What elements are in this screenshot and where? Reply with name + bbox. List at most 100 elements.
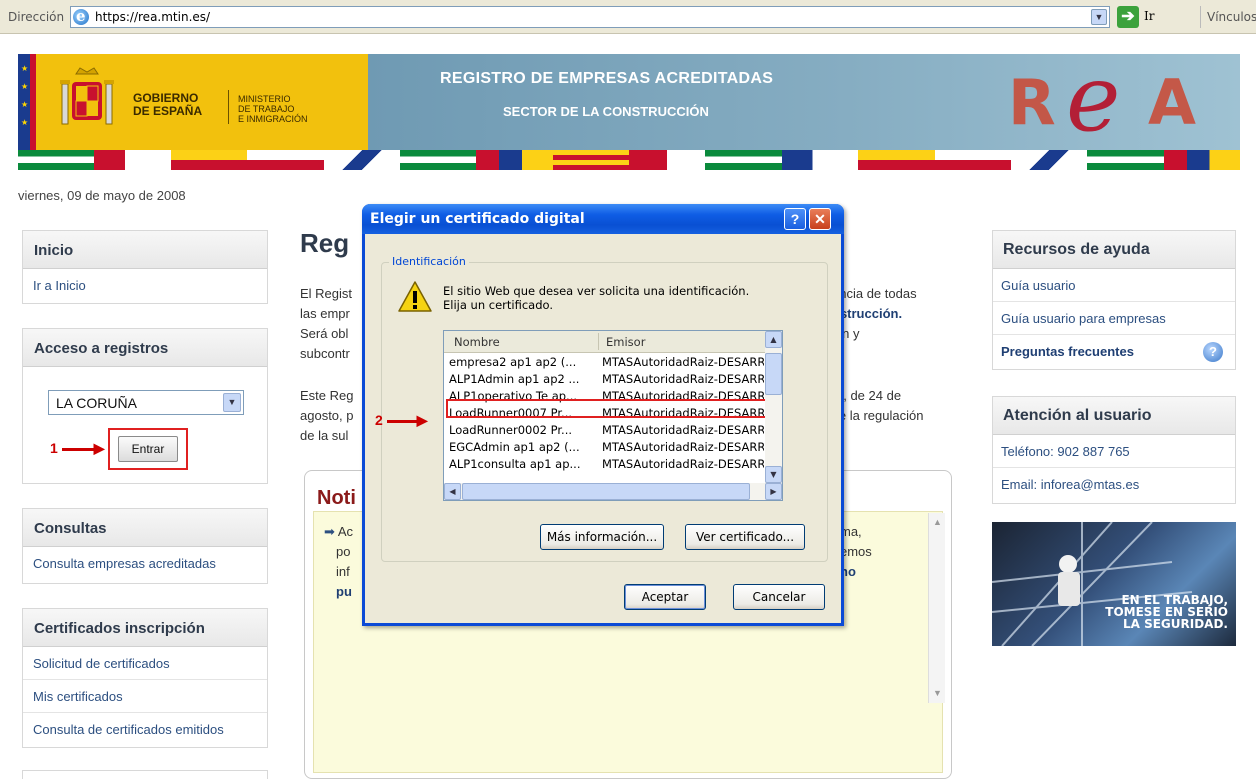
links-label[interactable]: Vínculos bbox=[1207, 10, 1256, 24]
scroll-right-icon[interactable]: ▶ bbox=[765, 483, 782, 500]
cert-issuer: MTASAutoridadRaiz-DESARR. bbox=[602, 372, 764, 386]
recursos-heading: Recursos de ayuda bbox=[993, 231, 1235, 269]
coat-of-arms-icon bbox=[60, 67, 114, 125]
go-button[interactable]: Ir bbox=[1144, 9, 1154, 23]
warning-icon bbox=[398, 281, 432, 312]
text-line: nstrucción. bbox=[832, 306, 903, 321]
news-line[interactable]: pu bbox=[324, 582, 353, 602]
preguntas-label: Preguntas frecuentes bbox=[1001, 344, 1134, 359]
list-header: Nombre Emisor bbox=[444, 331, 765, 353]
link-consulta-empresas[interactable]: Consulta empresas acreditadas bbox=[23, 547, 267, 580]
news-line: emos bbox=[840, 544, 872, 559]
help-icon[interactable]: ? bbox=[784, 208, 806, 230]
dialog-title: Elegir un certificado digital bbox=[370, 211, 585, 227]
consultas-panel: Consultas Consulta empresas acreditadas bbox=[22, 508, 268, 584]
site-banner: ★ ★ ★ ★ GOBIERNO DE ESPAÑA MINISTERIO DE TR… bbox=[18, 54, 1240, 178]
news-line: ma, bbox=[840, 524, 862, 539]
scroll-down-icon[interactable]: ▼ bbox=[930, 686, 945, 701]
column-divider[interactable] bbox=[598, 333, 599, 350]
certificate-row[interactable]: EGCAdmin ap1 ap2 (... MTASAutoridadRaiz-D… bbox=[444, 439, 765, 456]
email-link[interactable]: Email: inforea@mtas.es bbox=[993, 468, 1235, 501]
chevron-down-icon[interactable]: ▼ bbox=[223, 393, 241, 412]
news-line: ➡ Ac bbox=[324, 522, 353, 542]
column-nombre[interactable]: Nombre bbox=[454, 335, 500, 349]
cert-issuer: MTASAutoridadRaiz-DESARR. bbox=[602, 423, 764, 437]
province-select[interactable]: LA CORUÑA ▼ bbox=[48, 390, 244, 415]
scroll-thumb[interactable] bbox=[462, 483, 750, 500]
consultas-heading: Consultas bbox=[23, 509, 267, 547]
certificate-row[interactable]: ALP1Admin ap1 ap2 ... MTASAutoridadRaiz-D… bbox=[444, 371, 765, 388]
text-line: Será obl bbox=[300, 326, 349, 341]
address-bar: Dirección https://rea.mtin.es/ ▼ ➔ Ir Ví… bbox=[0, 0, 1256, 34]
address-input[interactable]: https://rea.mtin.es/ ▼ bbox=[70, 6, 1110, 28]
url-text: https://rea.mtin.es/ bbox=[95, 10, 211, 24]
link-guia-usuario[interactable]: Guía usuario bbox=[993, 269, 1235, 302]
news-text: Ac bbox=[337, 524, 353, 539]
province-value: LA CORUÑA bbox=[56, 395, 137, 411]
scroll-left-icon[interactable]: ◀ bbox=[444, 483, 461, 500]
certificados-panel: Certificados inscripción Solicitud de ce… bbox=[22, 608, 268, 748]
safety-campaign-banner[interactable]: EN EL TRABAJO, TOMESE EN SERIO LA SEGURI… bbox=[992, 522, 1236, 646]
text-line: agosto, p bbox=[300, 408, 354, 423]
banner-title: REGISTRO DE EMPRESAS ACREDITADAS bbox=[440, 70, 774, 87]
cert-issuer: MTASAutoridadRaiz-DESARR. bbox=[602, 457, 764, 471]
page-title: Reg bbox=[300, 228, 350, 258]
cert-name: EGCAdmin ap1 ap2 (... bbox=[449, 440, 580, 454]
current-date: viernes, 09 de mayo de 2008 bbox=[18, 188, 186, 203]
link-preguntas-frecuentes[interactable]: Preguntas frecuentes ? bbox=[993, 335, 1235, 368]
scroll-up-icon[interactable]: ▲ bbox=[765, 331, 782, 348]
selection-highlight-box bbox=[446, 399, 782, 418]
logo-divider bbox=[228, 90, 229, 124]
more-info-button[interactable]: Más información... bbox=[540, 524, 664, 550]
text-line: 7, de 24 de bbox=[836, 388, 902, 403]
link-solicitud-certificados[interactable]: Solicitud de certificados bbox=[23, 647, 267, 680]
dialog-titlebar[interactable]: Elegir un certificado digital ? ✕ bbox=[362, 204, 844, 234]
second-paragraph-right: 7, de 24 de le la regulación bbox=[836, 386, 923, 426]
text-line: le la regulación bbox=[836, 408, 924, 423]
text-line: las empr bbox=[300, 306, 350, 321]
chevron-down-icon[interactable]: ▼ bbox=[1091, 9, 1107, 25]
link-consulta-certificados[interactable]: Consulta de certificados emitidos bbox=[23, 713, 267, 746]
enter-button[interactable]: Entrar bbox=[118, 436, 178, 462]
scroll-up-icon[interactable]: ▲ bbox=[930, 515, 945, 530]
accept-button[interactable]: Aceptar bbox=[624, 584, 706, 610]
recursos-panel: Recursos de ayuda Guía usuario Guía usua… bbox=[992, 230, 1236, 370]
text-line: El Regist bbox=[300, 286, 353, 301]
link-ir-a-inicio[interactable]: Ir a Inicio bbox=[23, 269, 267, 302]
certificate-list[interactable]: Nombre Emisor empresa2 ap1 ap2 (... MTASA… bbox=[443, 330, 783, 501]
intro-paragraph-right: encia de todas nstrucción. ión y bbox=[832, 284, 917, 344]
text-line: de la sul bbox=[300, 428, 349, 443]
column-emisor[interactable]: Emisor bbox=[606, 335, 645, 349]
cert-name: empresa2 ap1 ap2 (... bbox=[449, 355, 577, 369]
page: Dirección https://rea.mtin.es/ ▼ ➔ Ir Ví… bbox=[0, 0, 1256, 779]
go-arrow-icon[interactable]: ➔ bbox=[1117, 6, 1139, 28]
certificate-row[interactable]: ALP1consulta ap1 ap... MTASAutoridadRaiz-… bbox=[444, 456, 765, 473]
next-panel bbox=[22, 770, 268, 779]
news-scrollbar[interactable]: ▲ ▼ bbox=[928, 513, 945, 703]
step-2-annotation: 2 ▶ bbox=[375, 412, 428, 428]
close-icon[interactable]: ✕ bbox=[809, 208, 831, 230]
news-line[interactable]: no bbox=[840, 562, 872, 582]
help-icon[interactable]: ? bbox=[1203, 342, 1223, 362]
link-mis-certificados[interactable]: Mis certificados bbox=[23, 680, 267, 713]
certificate-row[interactable]: LoadRunner0002 Pr... MTASAutoridadRaiz-DE… bbox=[444, 422, 765, 439]
list-horizontal-scrollbar[interactable]: ◀ ▶ bbox=[444, 483, 782, 500]
certificate-row[interactable]: empresa2 ap1 ap2 (... MTASAutoridadRaiz-D… bbox=[444, 354, 765, 371]
regional-flags-strip bbox=[18, 150, 1240, 170]
news-left-text: ➡ Ac po inf pu bbox=[324, 522, 353, 602]
list-vertical-scrollbar[interactable]: ▲ ▼ bbox=[765, 331, 782, 483]
cancel-button[interactable]: Cancelar bbox=[733, 584, 825, 610]
address-label: Dirección bbox=[8, 10, 65, 24]
scroll-down-icon[interactable]: ▼ bbox=[765, 466, 782, 483]
scroll-thumb[interactable] bbox=[765, 353, 782, 395]
message-line: El sitio Web que desea ver solicita una … bbox=[443, 284, 750, 298]
step-1-annotation: 1 ▶ bbox=[50, 440, 105, 456]
ministerio-label: MINISTERIO DE TRABAJO E INMIGRACIÓN bbox=[238, 94, 308, 124]
toolbar-divider bbox=[1200, 6, 1201, 28]
link-guia-empresas[interactable]: Guía usuario para empresas bbox=[993, 302, 1235, 335]
svg-text:R: R bbox=[1008, 66, 1056, 139]
text-line: encia de todas bbox=[832, 286, 917, 301]
news-line: po bbox=[336, 544, 351, 559]
rea-logo: R e A bbox=[1008, 64, 1196, 144]
view-certificate-button[interactable]: Ver certificado... bbox=[685, 524, 805, 550]
